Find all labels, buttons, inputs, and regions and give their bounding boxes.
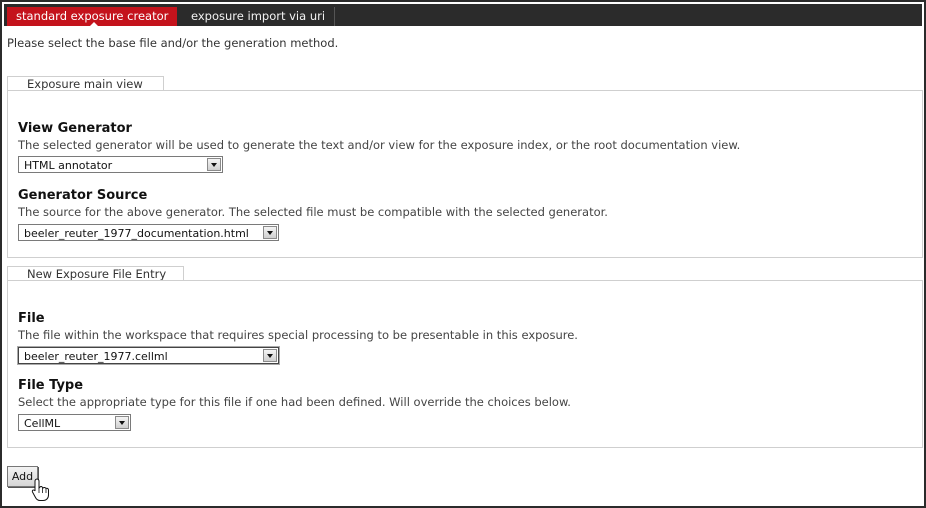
hand-cursor-icon	[31, 478, 49, 501]
tab-label: standard exposure creator	[16, 9, 169, 23]
chevron-down-icon[interactable]	[263, 226, 277, 239]
file-help: The file within the workspace that requi…	[18, 328, 578, 342]
tab-exposure-import-via-uri[interactable]: exposure import via uri	[182, 7, 336, 26]
chevron-down-icon[interactable]	[207, 158, 221, 171]
generator-source-label: Generator Source	[18, 188, 148, 203]
file-type-help: Select the appropriate type for this fil…	[18, 395, 571, 409]
fieldset-legend-main-view: Exposure main view	[7, 76, 164, 91]
view-generator-select[interactable]: HTML annotator	[18, 156, 223, 173]
fieldset-file-entry: File The file within the workspace that …	[7, 280, 923, 448]
tab-standard-exposure-creator[interactable]: standard exposure creator	[7, 7, 178, 26]
view-generator-help: The selected generator will be used to g…	[18, 138, 741, 152]
tab-bar: standard exposure creator exposure impor…	[4, 4, 922, 26]
file-value: beeler_reuter_1977.cellml	[24, 350, 168, 363]
chevron-down-icon[interactable]	[263, 349, 277, 362]
tab-label: exposure import via uri	[191, 9, 326, 23]
intro-text: Please select the base file and/or the g…	[7, 36, 339, 50]
view-generator-value: HTML annotator	[24, 159, 113, 172]
generator-source-select[interactable]: beeler_reuter_1977_documentation.html	[18, 224, 279, 241]
window-frame: standard exposure creator exposure impor…	[0, 0, 926, 508]
generator-source-help: The source for the above generator. The …	[18, 205, 608, 219]
active-tab-indicator	[90, 22, 98, 26]
file-label: File	[18, 311, 45, 326]
fieldset-legend-file-entry: New Exposure File Entry	[7, 266, 184, 281]
chevron-down-icon[interactable]	[115, 416, 129, 429]
file-select[interactable]: beeler_reuter_1977.cellml	[17, 346, 280, 365]
fieldset-main-view: View Generator The selected generator wi…	[7, 90, 923, 258]
view-generator-label: View Generator	[18, 121, 132, 136]
file-type-select[interactable]: CellML	[18, 414, 131, 431]
generator-source-value: beeler_reuter_1977_documentation.html	[24, 227, 249, 240]
file-type-label: File Type	[18, 378, 84, 393]
file-type-value: CellML	[24, 417, 61, 430]
